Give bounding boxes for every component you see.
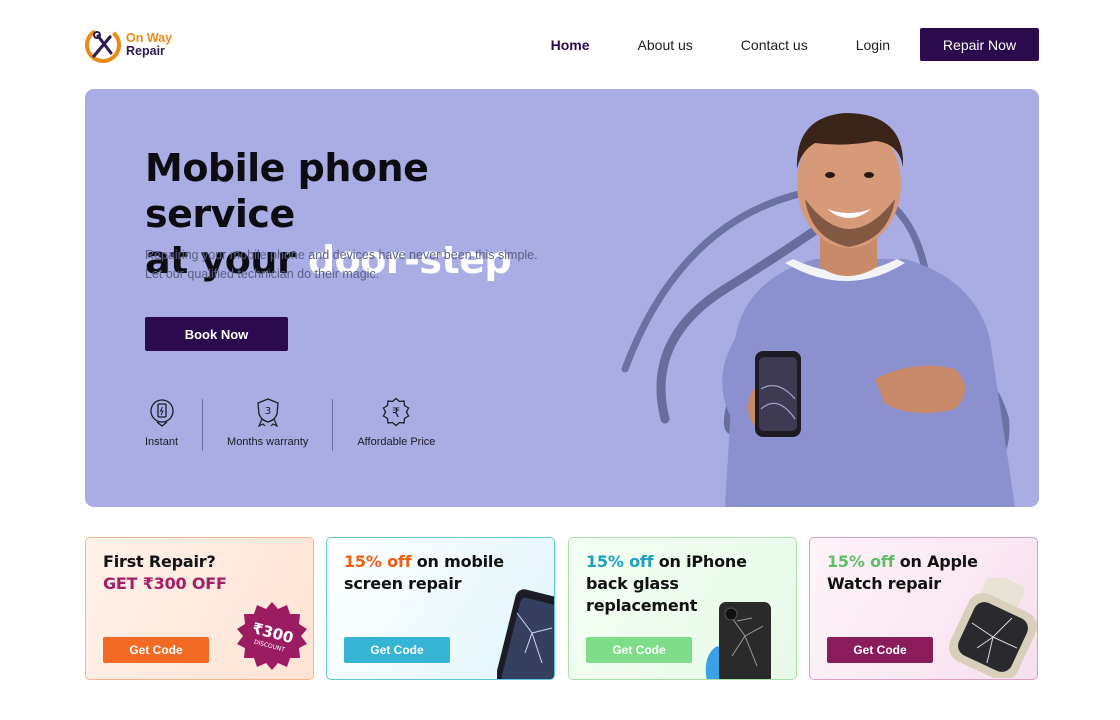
get-code-button[interactable]: Get Code (827, 637, 933, 663)
hero-subtitle-line1: Repairing your mobile phone and devices … (145, 248, 538, 262)
hero-subtitle: Repairing your mobile phone and devices … (145, 246, 585, 284)
cracked-iphone-back-image (705, 602, 771, 679)
promo-card-first-repair[interactable]: First Repair? GET ₹300 OFF ₹300 DISCOUNT… (85, 537, 314, 680)
feature-affordable: ₹ Affordable Price (357, 397, 435, 452)
feature-list: Instant 3 Months warranty ₹ Affordable P… (145, 397, 435, 452)
wrench-screwdriver-logo-icon (85, 27, 121, 63)
promo-title-line2: GET ₹300 OFF (103, 574, 227, 593)
warranty-badge-icon: 3 (256, 398, 279, 427)
promo-title-line1: First Repair? (103, 552, 216, 571)
promo-title: 15% off on mobile screen repair (344, 551, 509, 595)
repair-now-button[interactable]: Repair Now (920, 28, 1039, 61)
warranty-badge-number: 3 (265, 406, 271, 417)
site-header: On Way Repair Home About us Contact us L… (0, 0, 1120, 89)
nav-contact-us[interactable]: Contact us (741, 37, 808, 53)
rupee-symbol: ₹ (392, 406, 400, 421)
hero-subtitle-line2: Let our qualified technician do their ma… (145, 267, 380, 281)
feature-divider (332, 399, 334, 451)
promo-card-screen-repair[interactable]: 15% off on mobile screen repair Get Code (326, 537, 555, 680)
discount-sticker-icon: ₹300 DISCOUNT (237, 602, 307, 670)
promo-title: First Repair? GET ₹300 OFF (103, 551, 268, 595)
nav-about-us[interactable]: About us (638, 37, 693, 53)
hero-person-image (621, 113, 1015, 507)
book-now-button[interactable]: Book Now (145, 317, 288, 351)
hero-title-line1: Mobile phone service (145, 146, 429, 236)
cracked-watch-image (949, 578, 1037, 678)
rupee-badge-icon: ₹ (383, 397, 410, 427)
promo-percent: 15% off (586, 552, 654, 571)
feature-instant: Instant (145, 397, 178, 452)
feature-instant-label: Instant (145, 436, 179, 448)
feature-divider (202, 399, 204, 451)
brand-logo[interactable]: On Way Repair (84, 26, 172, 64)
promo-card-apple-watch[interactable]: 15% off on Apple Watch repair Get Code (809, 537, 1038, 680)
promo-cards: First Repair? GET ₹300 OFF ₹300 DISCOUNT… (85, 537, 1039, 680)
instant-phone-icon (149, 399, 174, 427)
nav-login[interactable]: Login (856, 37, 890, 53)
feature-affordable-label: Affordable Price (357, 436, 436, 448)
feature-warranty: 3 Months warranty (227, 397, 308, 452)
promo-percent: 15% off (827, 552, 895, 571)
cracked-phone-image (497, 589, 554, 679)
get-code-button[interactable]: Get Code (103, 637, 209, 663)
get-code-button[interactable]: Get Code (344, 637, 450, 663)
brand-line2: Repair (126, 44, 165, 58)
nav-home[interactable]: Home (551, 37, 590, 53)
get-code-button[interactable]: Get Code (586, 637, 692, 663)
promo-card-back-glass[interactable]: 15% off on iPhone back glass replacement… (568, 537, 797, 680)
hero-banner: Mobile phone service at your door-step R… (85, 89, 1039, 507)
feature-warranty-label: Months warranty (227, 436, 309, 448)
main-nav: Home About us Contact us Login Repair No… (551, 28, 1039, 61)
promo-percent: 15% off (344, 552, 412, 571)
